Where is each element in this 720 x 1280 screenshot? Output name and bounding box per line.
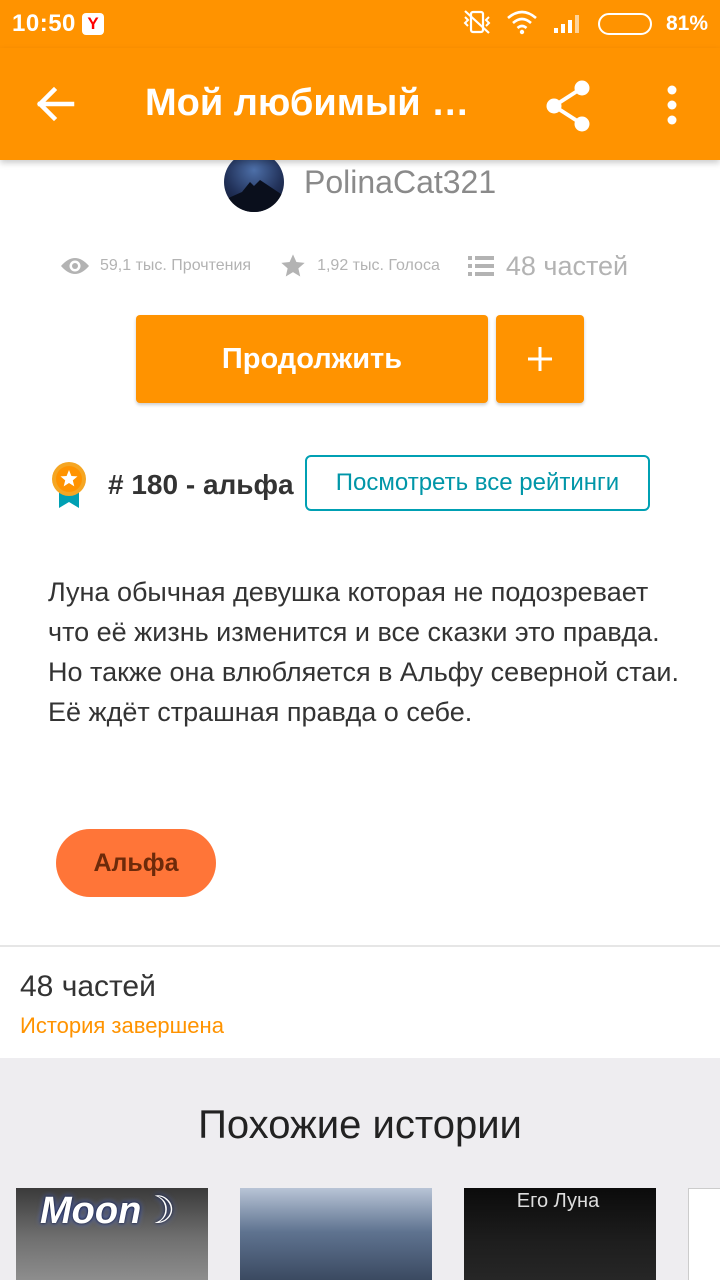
list-icon: [467, 256, 494, 276]
story-status: История завершена: [20, 1013, 224, 1038]
story-title: Мой любимый Альфа: [145, 82, 490, 124]
status-time: 10:50: [12, 10, 76, 37]
votes-count: 1,92 тыс. Голоса: [317, 257, 440, 274]
similar-stories-section: Похожие истории Moon☽ Его Луна: [0, 1058, 720, 1280]
similar-story-cover[interactable]: Его Луна: [464, 1188, 656, 1280]
reads-stat: 59,1 тыс. Прочтения: [60, 256, 251, 276]
eye-icon: [61, 258, 89, 274]
continue-reading-button[interactable]: Продолжить: [136, 315, 488, 403]
parts-count-stat: 48 частей: [505, 250, 629, 281]
cover-title: Moon☽: [40, 1190, 176, 1232]
story-description: Луна обычная девушка которая не подозрев…: [48, 577, 679, 727]
share-icon: [546, 80, 590, 132]
share-button[interactable]: [540, 78, 596, 134]
medal-icon: [52, 462, 86, 508]
more-vertical-icon: [667, 85, 677, 125]
vibrate-off-icon: [462, 9, 492, 40]
wifi-icon: [506, 9, 538, 40]
author-row[interactable]: PolinaCat321: [224, 152, 496, 212]
back-button[interactable]: [30, 78, 82, 130]
story-stats: 59,1 тыс. Прочтения 1,92 тыс. Голоса 48 …: [60, 244, 628, 288]
similar-story-cover[interactable]: [240, 1188, 432, 1280]
divider: [0, 945, 720, 947]
tag-chip[interactable]: Альфа: [56, 829, 216, 897]
rank-text: # 180 - альфа: [108, 469, 294, 500]
ranking-row: # 180 - альфа: [50, 455, 294, 515]
status-bar: 10:50 Y 81%: [0, 0, 720, 48]
author-name[interactable]: PolinaCat321: [304, 164, 496, 201]
parts-count-label[interactable]: 48 частей: [20, 970, 156, 1004]
arrow-left-icon: [36, 86, 75, 122]
app-bar: Мой любимый Альфа: [0, 48, 720, 160]
reads-count: 59,1 тыс. Прочтения: [100, 257, 252, 274]
plus-icon: [528, 347, 552, 371]
view-all-rankings-button[interactable]: Посмотреть все рейтинги: [305, 455, 650, 511]
status-icons: 81%: [462, 9, 708, 40]
cover-title: Его Луна: [516, 1190, 600, 1212]
star-icon: [281, 254, 305, 277]
battery-percent: 81%: [665, 12, 708, 35]
signal-icon: [552, 10, 584, 39]
more-options-button[interactable]: [652, 78, 692, 134]
battery-icon: [597, 13, 652, 35]
similar-stories-title: Похожие истории: [198, 1103, 522, 1147]
votes-stat: 1,92 тыс. Голоса: [279, 252, 440, 280]
parts-stat: 48 частей: [467, 250, 629, 282]
yandex-notification-icon: Y: [82, 13, 104, 35]
similar-story-cover[interactable]: Moon☽: [16, 1188, 208, 1280]
add-to-library-button[interactable]: [496, 315, 584, 403]
similar-story-cover[interactable]: [688, 1188, 720, 1280]
author-avatar[interactable]: [224, 152, 284, 212]
